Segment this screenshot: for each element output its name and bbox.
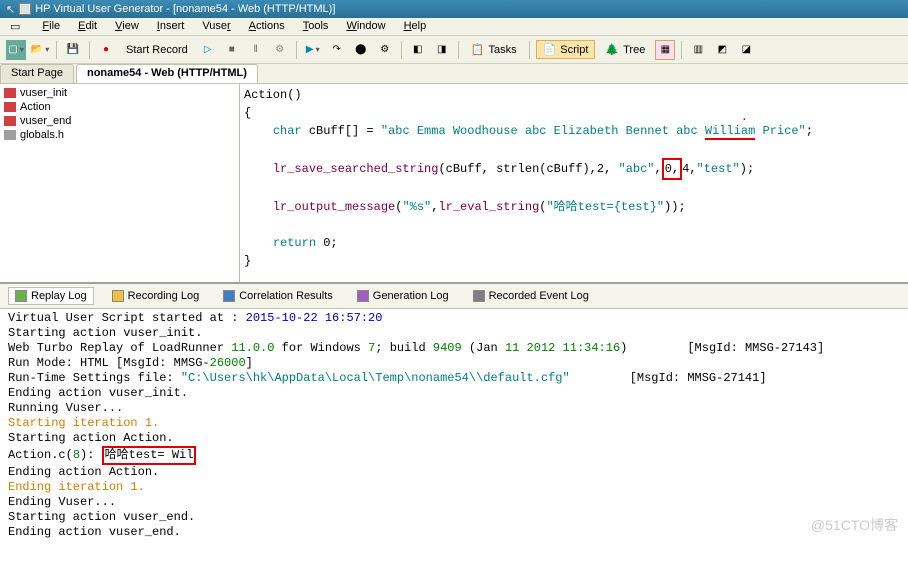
tab-recording-log[interactable]: Recording Log: [106, 288, 206, 304]
highlight-box: 哈哈test= Wil: [102, 446, 197, 465]
stop-button[interactable]: ■: [222, 40, 242, 60]
watermark: @51CTO博客: [811, 518, 898, 533]
tab-generation-log[interactable]: Generation Log: [351, 288, 455, 304]
tree-label: vuser_end: [20, 115, 71, 127]
menu-view[interactable]: View: [115, 20, 139, 33]
separator: [401, 41, 402, 59]
separator: [458, 41, 459, 59]
tool-button[interactable]: ◪: [736, 40, 756, 60]
separator: [681, 41, 682, 59]
action-icon: [4, 88, 16, 98]
separator: [89, 41, 90, 59]
tree-item-vuser-end[interactable]: vuser_end: [2, 114, 237, 128]
tree-item-vuser-init[interactable]: vuser_init: [2, 86, 237, 100]
window-control-icon[interactable]: ▭: [10, 20, 20, 33]
tab-start-page[interactable]: Start Page: [0, 64, 74, 83]
correlation-icon: [223, 290, 235, 302]
separator: [296, 41, 297, 59]
menu-actions[interactable]: Actions: [249, 20, 285, 33]
record-icon[interactable]: ●: [96, 40, 116, 60]
file-icon: [4, 130, 16, 140]
tree-label: globals.h: [20, 129, 64, 141]
code-editor[interactable]: Action() { char cBuff[] = "abc Emma Wood…: [240, 84, 908, 282]
app-icon: [19, 3, 31, 15]
view-button[interactable]: ▦: [655, 40, 675, 60]
menu-file[interactable]: FFileile: [42, 20, 60, 33]
settings-button[interactable]: ⚙: [375, 40, 395, 60]
recording-icon: [112, 290, 124, 302]
separator: [56, 41, 57, 59]
tree-item-action[interactable]: Action: [2, 100, 237, 114]
menu-edit[interactable]: Edit: [78, 20, 97, 33]
tool-button[interactable]: ◩: [712, 40, 732, 60]
tree-label: Action: [20, 101, 51, 113]
tool-button[interactable]: ◧: [408, 40, 428, 60]
tab-replay-log[interactable]: Replay Log: [8, 287, 94, 305]
tasks-button[interactable]: 📋Tasks: [465, 41, 523, 58]
open-button[interactable]: 📂: [30, 40, 50, 60]
menu-tools[interactable]: Tools: [303, 20, 329, 33]
tree-item-globals[interactable]: globals.h: [2, 128, 237, 142]
recorded-icon: [473, 290, 485, 302]
menu-window[interactable]: Window: [346, 20, 385, 33]
menu-vuser[interactable]: Vuser: [202, 20, 230, 33]
save-button[interactable]: 💾: [63, 40, 83, 60]
action-icon: [4, 102, 16, 112]
tool-button[interactable]: ◨: [432, 40, 452, 60]
separator: [529, 41, 530, 59]
compile-button[interactable]: ⚙: [270, 40, 290, 60]
tab-recorded-event[interactable]: Recorded Event Log: [467, 288, 595, 304]
log-tabs: Replay Log Recording Log Correlation Res…: [0, 284, 908, 309]
menu-help[interactable]: Help: [404, 20, 427, 33]
script-tree: vuser_init Action vuser_end globals.h: [0, 84, 240, 282]
start-record-button[interactable]: Start Record: [120, 42, 194, 58]
new-button[interactable]: ▢: [6, 40, 26, 60]
tree-label: vuser_init: [20, 87, 67, 99]
run-button[interactable]: ▶: [303, 40, 323, 60]
tab-script[interactable]: noname54 - Web (HTTP/HTML): [76, 64, 258, 83]
highlight-box: 0,: [662, 158, 682, 180]
menu-bar: ▭ FFileile Edit View Insert Vuser Action…: [0, 18, 908, 36]
document-tabs: Start Page noname54 - Web (HTTP/HTML): [0, 64, 908, 84]
script-view-button[interactable]: 📄Script: [536, 40, 596, 59]
generation-icon: [357, 290, 369, 302]
tool-button[interactable]: ▥: [688, 40, 708, 60]
step-button[interactable]: ↷: [327, 40, 347, 60]
cursor-icon: ↖: [6, 3, 15, 16]
menu-insert[interactable]: Insert: [157, 20, 185, 33]
title-bar: ↖ HP Virtual User Generator - [noname54 …: [0, 0, 908, 18]
tab-correlation[interactable]: Correlation Results: [217, 288, 339, 304]
pause-button[interactable]: ‖: [246, 40, 266, 60]
tree-view-button[interactable]: 🌲Tree: [599, 41, 651, 58]
log-output[interactable]: Virtual User Script started at : 2015-10…: [0, 309, 908, 539]
replay-icon: [15, 290, 27, 302]
action-icon: [4, 116, 16, 126]
window-title: HP Virtual User Generator - [noname54 - …: [35, 3, 335, 15]
breakpoint-button[interactable]: ⬤: [351, 40, 371, 60]
workspace: vuser_init Action vuser_end globals.h Ac…: [0, 84, 908, 284]
toolbar: ▢ 📂 💾 ● Start Record ▷ ■ ‖ ⚙ ▶ ↷ ⬤ ⚙ ◧ ◨…: [0, 36, 908, 64]
play-button[interactable]: ▷: [198, 40, 218, 60]
